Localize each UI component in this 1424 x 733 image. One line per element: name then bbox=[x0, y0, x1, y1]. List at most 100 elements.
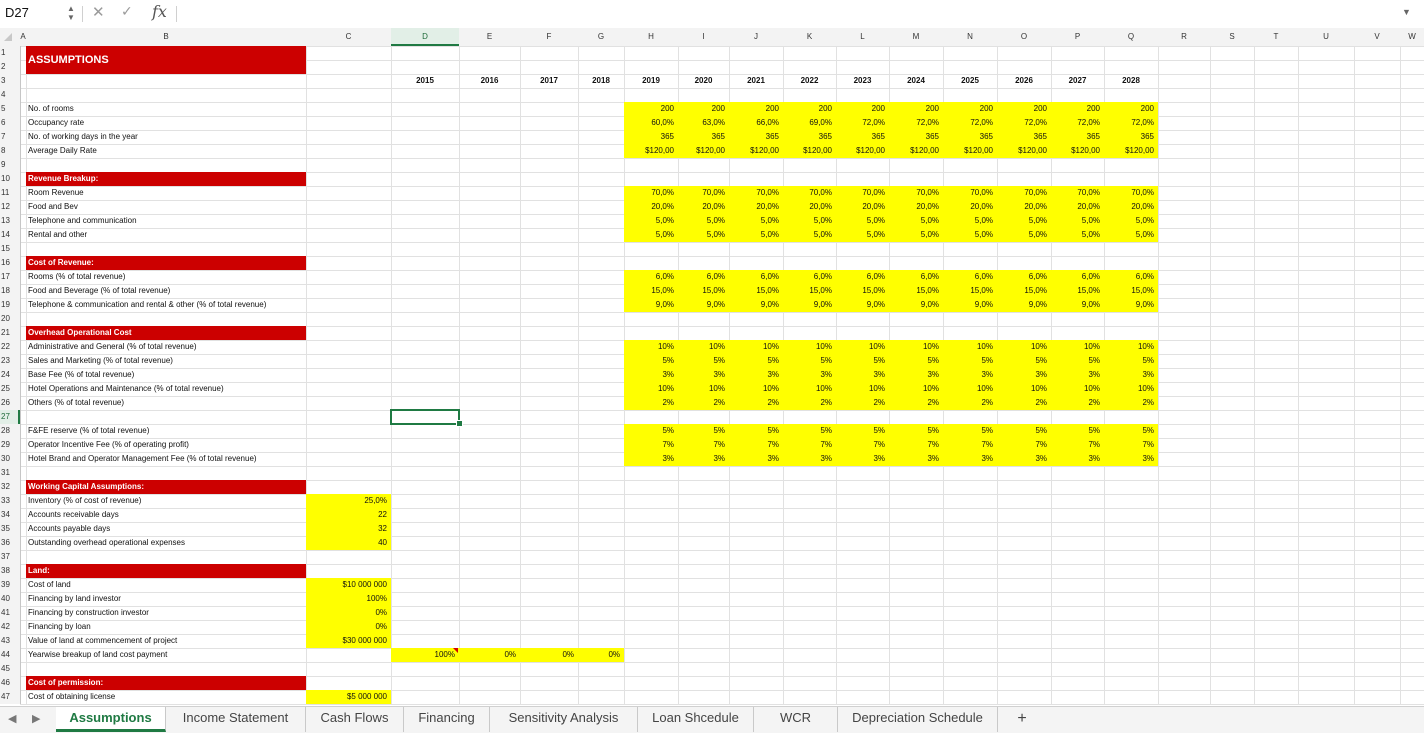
value-cell[interactable]: 5% bbox=[783, 424, 836, 438]
row-label[interactable]: Yearwise breakup of land cost payment bbox=[26, 648, 302, 662]
value-cell[interactable]: 100% bbox=[306, 592, 391, 606]
value-cell[interactable]: 5% bbox=[997, 354, 1051, 368]
value-cell[interactable]: 5,0% bbox=[729, 228, 783, 242]
row-label[interactable]: Accounts payable days bbox=[26, 522, 302, 536]
value-cell[interactable]: 10% bbox=[836, 382, 889, 396]
value-cell[interactable]: 3% bbox=[678, 368, 729, 382]
value-cell[interactable]: 10% bbox=[943, 340, 997, 354]
row-label[interactable]: Cost of land bbox=[26, 578, 302, 592]
value-cell[interactable]: 20,0% bbox=[624, 200, 678, 214]
value-cell[interactable]: 6,0% bbox=[997, 270, 1051, 284]
row-header[interactable]: 13 bbox=[0, 214, 20, 228]
column-header-r[interactable]: R bbox=[1158, 28, 1210, 46]
value-cell[interactable]: 7% bbox=[729, 438, 783, 452]
year-header-2022[interactable]: 2022 bbox=[783, 74, 836, 88]
value-cell[interactable]: 20,0% bbox=[729, 200, 783, 214]
row-header[interactable]: 1 bbox=[0, 46, 20, 60]
row-header[interactable]: 17 bbox=[0, 270, 20, 284]
row-header[interactable]: 7 bbox=[0, 130, 20, 144]
year-header-2026[interactable]: 2026 bbox=[997, 74, 1051, 88]
year-header-2023[interactable]: 2023 bbox=[836, 74, 889, 88]
value-cell[interactable]: 3% bbox=[678, 452, 729, 466]
column-header-s[interactable]: S bbox=[1210, 28, 1254, 46]
value-cell[interactable]: 5,0% bbox=[836, 214, 889, 228]
value-cell[interactable]: 3% bbox=[1104, 368, 1158, 382]
row-header[interactable]: 37 bbox=[0, 550, 20, 564]
row-header[interactable]: 14 bbox=[0, 228, 20, 242]
row-label[interactable]: Sales and Marketing (% of total revenue) bbox=[26, 354, 302, 368]
value-cell[interactable]: 6,0% bbox=[1104, 270, 1158, 284]
value-cell[interactable]: 7% bbox=[1104, 438, 1158, 452]
row-header[interactable]: 28 bbox=[0, 424, 20, 438]
year-header-2016[interactable]: 2016 bbox=[459, 74, 520, 88]
year-header-2025[interactable]: 2025 bbox=[943, 74, 997, 88]
value-cell[interactable]: 200 bbox=[943, 102, 997, 116]
tab-sensitivity-analysis[interactable]: Sensitivity Analysis bbox=[490, 707, 638, 732]
value-cell[interactable]: 20,0% bbox=[1051, 200, 1104, 214]
row-label[interactable]: F&FE reserve (% of total revenue) bbox=[26, 424, 302, 438]
value-cell[interactable]: 7% bbox=[943, 438, 997, 452]
value-cell[interactable]: $120,00 bbox=[729, 144, 783, 158]
value-cell[interactable]: 10% bbox=[997, 340, 1051, 354]
value-cell[interactable]: 3% bbox=[943, 368, 997, 382]
value-cell[interactable]: 2% bbox=[1104, 396, 1158, 410]
year-header-2018[interactable]: 2018 bbox=[578, 74, 624, 88]
value-cell[interactable]: $120,00 bbox=[678, 144, 729, 158]
value-cell[interactable]: 5% bbox=[1051, 354, 1104, 368]
value-cell[interactable]: 72,0% bbox=[1104, 116, 1158, 130]
value-cell[interactable]: 5% bbox=[997, 424, 1051, 438]
value-cell[interactable]: 365 bbox=[997, 130, 1051, 144]
value-cell[interactable]: 7% bbox=[678, 438, 729, 452]
value-cell[interactable]: 200 bbox=[836, 102, 889, 116]
value-cell[interactable]: 15,0% bbox=[997, 284, 1051, 298]
column-header-n[interactable]: N bbox=[943, 28, 997, 46]
row-header[interactable]: 40 bbox=[0, 592, 20, 606]
value-cell[interactable]: 5,0% bbox=[678, 228, 729, 242]
value-cell[interactable]: 3% bbox=[624, 452, 678, 466]
value-cell[interactable]: 365 bbox=[889, 130, 943, 144]
column-header-v[interactable]: V bbox=[1354, 28, 1400, 46]
overhead-header[interactable]: Overhead Operational Cost bbox=[26, 326, 302, 340]
row-header[interactable]: 23 bbox=[0, 354, 20, 368]
land-header[interactable]: Land: bbox=[26, 564, 302, 578]
value-cell[interactable]: 70,0% bbox=[997, 186, 1051, 200]
value-cell[interactable]: $120,00 bbox=[836, 144, 889, 158]
row-header[interactable]: 29 bbox=[0, 438, 20, 452]
row-label[interactable]: Inventory (% of cost of revenue) bbox=[26, 494, 302, 508]
row-header[interactable]: 46 bbox=[0, 676, 20, 690]
add-sheet-button[interactable]: + bbox=[1012, 708, 1032, 730]
value-cell[interactable]: 2% bbox=[783, 396, 836, 410]
active-cell-selection[interactable] bbox=[390, 409, 460, 425]
value-cell[interactable]: 6,0% bbox=[624, 270, 678, 284]
cost-of-revenue-header[interactable]: Cost of Revenue: bbox=[26, 256, 302, 270]
fill-handle[interactable] bbox=[456, 420, 463, 427]
value-cell[interactable]: 10% bbox=[997, 382, 1051, 396]
value-cell[interactable]: 2% bbox=[997, 396, 1051, 410]
value-cell[interactable]: 72,0% bbox=[1051, 116, 1104, 130]
value-cell[interactable]: 20,0% bbox=[836, 200, 889, 214]
value-cell[interactable]: 5% bbox=[943, 424, 997, 438]
row-label[interactable]: Base Fee (% of total revenue) bbox=[26, 368, 302, 382]
row-header[interactable]: 25 bbox=[0, 382, 20, 396]
function-icon[interactable]: fx bbox=[152, 2, 167, 21]
confirm-icon[interactable]: ✓ bbox=[121, 3, 133, 20]
row-label[interactable]: Room Revenue bbox=[26, 186, 302, 200]
value-cell[interactable]: 200 bbox=[624, 102, 678, 116]
value-cell[interactable]: 5,0% bbox=[943, 214, 997, 228]
value-cell[interactable]: 365 bbox=[943, 130, 997, 144]
value-cell[interactable]: 200 bbox=[1051, 102, 1104, 116]
value-cell[interactable]: 7% bbox=[889, 438, 943, 452]
value-cell[interactable]: 5,0% bbox=[997, 214, 1051, 228]
value-cell[interactable]: 10% bbox=[783, 340, 836, 354]
row-header[interactable]: 38 bbox=[0, 564, 20, 578]
value-cell[interactable]: 9,0% bbox=[678, 298, 729, 312]
value-cell[interactable]: 5,0% bbox=[783, 214, 836, 228]
value-cell[interactable]: 0% bbox=[459, 648, 520, 662]
value-cell[interactable]: 0% bbox=[578, 648, 624, 662]
value-cell[interactable]: 7% bbox=[997, 438, 1051, 452]
row-header[interactable]: 5 bbox=[0, 102, 20, 116]
value-cell[interactable]: 10% bbox=[783, 382, 836, 396]
value-cell[interactable]: 3% bbox=[1104, 452, 1158, 466]
value-cell[interactable]: 9,0% bbox=[836, 298, 889, 312]
value-cell[interactable]: 20,0% bbox=[943, 200, 997, 214]
